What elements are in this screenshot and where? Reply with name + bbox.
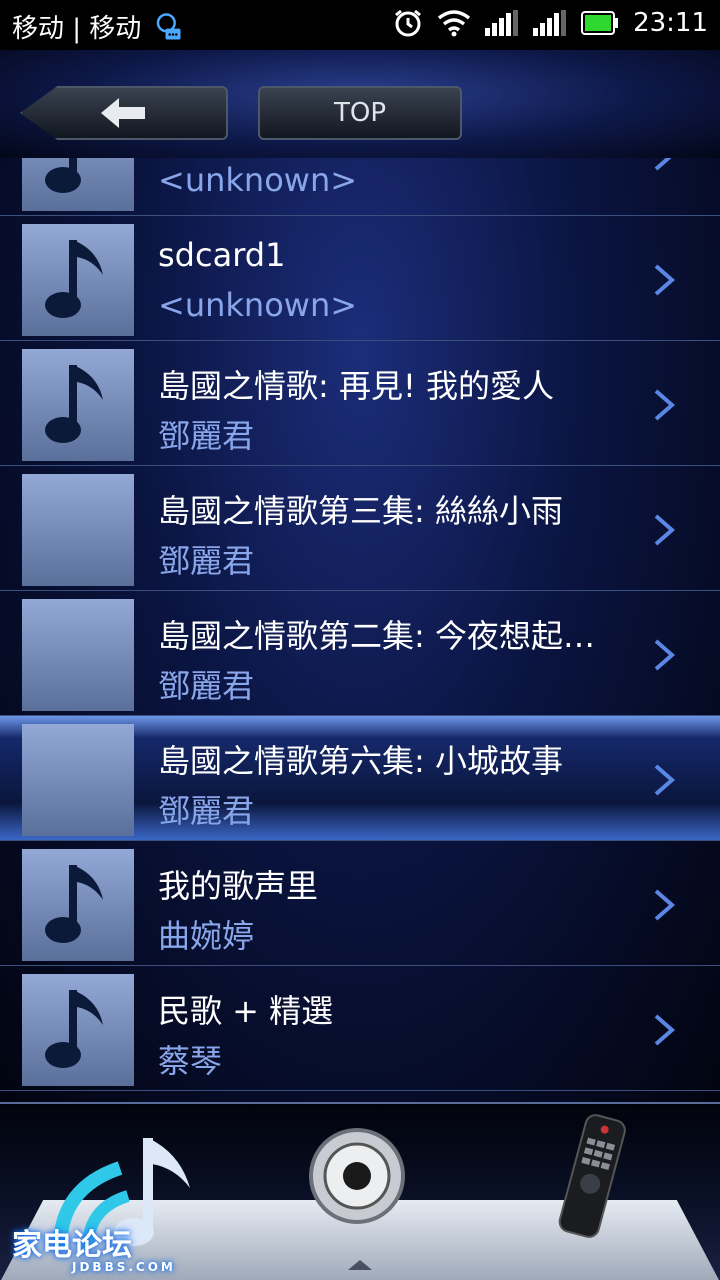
item-title: 民歌 + 精選	[158, 992, 334, 1030]
item-subtitle: <unknown>	[158, 161, 358, 199]
list-item[interactable]: 我的歌声里 曲婉婷	[0, 841, 720, 966]
chevron-right-icon	[654, 639, 676, 671]
music-note-icon	[22, 158, 134, 211]
list-item[interactable]: <unknown>	[0, 158, 720, 216]
list-item-selected[interactable]: 島國之情歌第六集: 小城故事 鄧麗君	[0, 716, 720, 841]
chevron-right-icon	[654, 514, 676, 546]
list-item[interactable]: 島國之情歌第二集: 今夜想起… 鄧麗君	[0, 591, 720, 716]
signal-icon	[485, 10, 519, 36]
alarm-icon	[395, 9, 421, 37]
chevron-right-icon	[654, 158, 672, 171]
signal-icon-2	[533, 10, 567, 36]
item-subtitle: 鄧麗君	[158, 417, 255, 455]
music-list[interactable]: <unknown> sdcard1 <unknown> 島國之情歌: 再見! 我…	[0, 158, 720, 1102]
item-subtitle: 鄧麗君	[158, 792, 255, 830]
back-button[interactable]	[20, 86, 228, 140]
item-title: 島國之情歌第三集: 絲絲小雨	[158, 492, 563, 530]
speaker-icon[interactable]	[305, 1124, 415, 1234]
item-title: 島國之情歌第二集: 今夜想起…	[158, 617, 595, 655]
item-title: 島國之情歌第六集: 小城故事	[158, 742, 563, 780]
item-title: sdcard1	[158, 236, 286, 274]
battery-icon	[581, 11, 619, 35]
item-subtitle: <unknown>	[158, 286, 358, 324]
up-arrow-icon[interactable]	[340, 1254, 380, 1274]
wifi-icon	[437, 10, 471, 37]
music-note-icon	[22, 849, 134, 961]
music-note-icon	[22, 349, 134, 461]
chevron-right-icon	[654, 389, 676, 421]
album-art	[22, 724, 134, 836]
item-title: 島國之情歌: 再見! 我的愛人	[158, 367, 554, 405]
music-note-icon	[22, 224, 134, 336]
message-notification-icon	[157, 12, 181, 39]
toolbar: TOP	[0, 50, 720, 160]
list-item[interactable]: 島國之情歌: 再見! 我的愛人 鄧麗君	[0, 341, 720, 466]
item-title: 我的歌声里	[158, 867, 319, 905]
remote-control-icon[interactable]	[552, 1112, 632, 1242]
item-subtitle: 鄧麗君	[158, 542, 255, 580]
item-subtitle: 曲婉婷	[158, 917, 255, 955]
top-button[interactable]: TOP	[258, 86, 462, 140]
chevron-right-icon	[654, 764, 676, 796]
clock: 23:11	[633, 8, 708, 38]
list-item[interactable]: sdcard1 <unknown>	[0, 216, 720, 341]
album-art	[22, 474, 134, 586]
chevron-right-icon	[654, 889, 676, 921]
watermark-subtext: JDBBS.COM	[72, 1260, 176, 1274]
carrier-label: 移动 | 移动	[12, 14, 142, 44]
watermark: 家电论坛 JDBBS.COM	[12, 1220, 176, 1274]
music-note-icon	[22, 974, 134, 1086]
status-bar: 移动 | 移动 23:11	[0, 0, 720, 50]
item-subtitle: 蔡琴	[158, 1042, 223, 1080]
chevron-right-icon	[654, 1014, 676, 1046]
arrow-left-icon	[101, 98, 145, 128]
watermark-text: 家电论坛	[12, 1228, 132, 1263]
chevron-right-icon	[654, 264, 676, 296]
item-subtitle: 鄧麗君	[158, 667, 255, 705]
list-item[interactable]: 民歌 + 精選 蔡琴	[0, 966, 720, 1091]
album-art	[22, 599, 134, 711]
list-item[interactable]: 島國之情歌第三集: 絲絲小雨 鄧麗君	[0, 466, 720, 591]
